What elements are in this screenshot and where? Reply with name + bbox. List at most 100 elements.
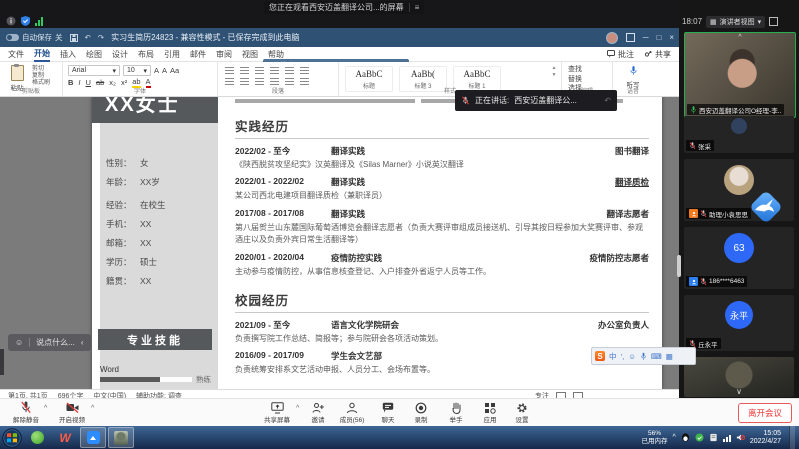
- bullets-icon[interactable]: [224, 66, 235, 74]
- resume-main-column[interactable]: 实践经历 2022/02 - 至今翻译实践图书翻译 《陕西脱贫攻坚纪实》汉英翻译…: [235, 99, 649, 389]
- mic-options-chevron[interactable]: ^: [44, 405, 47, 412]
- increase-indent-icon[interactable]: [284, 66, 295, 74]
- entry-row[interactable]: 2022/02 - 至今翻译实践图书翻译: [235, 145, 649, 157]
- entry-desc[interactable]: 某公司西北电建项目翻译质检（兼职译员）: [235, 190, 649, 202]
- skill-name[interactable]: Word: [100, 365, 119, 374]
- 360-tray-icon[interactable]: [695, 433, 704, 442]
- edge-tab[interactable]: [0, 349, 4, 375]
- change-case-button[interactable]: Aa: [170, 66, 179, 75]
- voice-input-icon[interactable]: [640, 352, 647, 361]
- tab-references[interactable]: 引用: [164, 47, 180, 61]
- copy-button[interactable]: 复制: [32, 73, 50, 80]
- network-tray-icon[interactable]: [723, 433, 731, 442]
- resume-skills-header[interactable]: 专业技能: [98, 329, 212, 350]
- tab-review[interactable]: 审阅: [216, 47, 232, 61]
- entry-row[interactable]: 2016/09 - 2017/09学生会文艺部部长: [235, 350, 649, 362]
- decrease-indent-icon[interactable]: [269, 66, 280, 74]
- tab-mailings[interactable]: 邮件: [190, 47, 206, 61]
- multilevel-list-icon[interactable]: [254, 66, 265, 74]
- info-icon[interactable]: [6, 16, 16, 26]
- line-spacing-icon[interactable]: [284, 77, 295, 85]
- sogou-logo[interactable]: S: [595, 351, 605, 361]
- shield-icon[interactable]: [21, 16, 30, 26]
- share-options-chevron[interactable]: ^: [296, 405, 299, 412]
- field-phone[interactable]: 手机：XX: [106, 214, 166, 233]
- start-video-button[interactable]: 开启视频: [54, 401, 90, 424]
- tab-home[interactable]: 开始: [34, 46, 50, 62]
- scroll-down-chevron-icon[interactable]: ∨: [684, 387, 794, 396]
- borders-icon[interactable]: [299, 77, 310, 85]
- comments-button[interactable]: 批注: [607, 49, 634, 60]
- entry-desc[interactable]: 负责撰写院工作总结、简报等；参与院研会各项活动策划。: [235, 333, 649, 345]
- field-age[interactable]: 年龄：XX岁: [106, 172, 166, 191]
- document-page[interactable]: XX女士 性别：女 年龄：XX岁 经验：在校生 手机：XX 邮箱：XX 学历：硕…: [92, 97, 662, 389]
- taskbar-app-qq[interactable]: [108, 427, 134, 448]
- invite-button[interactable]: 邀请: [300, 401, 336, 424]
- entry-row[interactable]: 2017/08 - 2017/08翻译实践翻译志愿者: [235, 208, 649, 220]
- entry-row[interactable]: 2022/01 - 2022/02翻译实践翻译质检: [235, 176, 649, 188]
- entry-row[interactable]: 2021/09 - 至今语言文化学院研会办公室负责人: [235, 319, 649, 331]
- quick-chat-bubble[interactable]: ☺ 说点什么... ‹: [8, 334, 91, 351]
- save-icon[interactable]: [70, 34, 78, 42]
- network-signal-icon[interactable]: [35, 17, 43, 26]
- find-button[interactable]: 查找: [568, 65, 582, 75]
- font-name-select[interactable]: Arial ▾: [68, 65, 120, 76]
- toast-chevron-icon[interactable]: ↶: [604, 96, 611, 105]
- align-left-icon[interactable]: [224, 77, 235, 85]
- entry-desc[interactable]: 第八届贺兰山东麓国际葡萄酒博览会翻译志愿者（负责大赛评审组成员接送机、引导其按日…: [235, 222, 649, 247]
- align-center-icon[interactable]: [239, 77, 250, 85]
- participant-tile[interactable]: 永平 丘永平: [684, 295, 794, 351]
- word-maximize-icon[interactable]: □: [656, 33, 661, 42]
- thunder-app-icon[interactable]: [745, 188, 785, 230]
- resume-fields[interactable]: 性别：女 年龄：XX岁 经验：在校生 手机：XX 邮箱：XX 学历：硕士 籍贯：…: [106, 153, 166, 290]
- replace-button[interactable]: 替换: [568, 75, 582, 85]
- numbering-icon[interactable]: [239, 66, 250, 74]
- record-button[interactable]: 录制: [403, 401, 439, 424]
- styles-scroll-up-icon[interactable]: ▲: [550, 65, 558, 72]
- keyboard-icon[interactable]: ⌨: [651, 352, 662, 361]
- tab-file[interactable]: 文件: [8, 47, 24, 61]
- chat-button[interactable]: 聊天: [370, 401, 406, 424]
- entry-row[interactable]: 2020/01 - 2020/04疫情防控实践疫情防控志愿者: [235, 252, 649, 264]
- sidebar-resize-handle[interactable]: [677, 255, 681, 277]
- field-gender[interactable]: 性别：女: [106, 153, 166, 172]
- entry-desc[interactable]: 负责统筹安排系文艺活动申报、人员分工、会场布置等。: [235, 364, 649, 376]
- sogou-input-bar[interactable]: S 中 ’, ☺ ⌨ ▦: [591, 347, 696, 365]
- input-mode-cn[interactable]: 中: [609, 351, 617, 362]
- collapse-icon[interactable]: ‹: [81, 338, 84, 347]
- entry-desc[interactable]: 主动参与疫情防控，从事信息核查登记、入户排查外省返宁人员等工作。: [235, 266, 649, 278]
- video-options-chevron[interactable]: ^: [91, 405, 94, 412]
- apps-button[interactable]: 应用: [472, 401, 508, 424]
- participant-tile[interactable]: ∨: [684, 357, 794, 397]
- toast-menu-icon[interactable]: ≡: [409, 3, 420, 12]
- taskbar-app-meeting[interactable]: [80, 427, 106, 448]
- toolbox-icon[interactable]: ▦: [666, 352, 673, 361]
- grow-font-button[interactable]: A: [154, 66, 159, 75]
- section-title-practice[interactable]: 实践经历: [235, 116, 649, 139]
- taskbar-app-360browser[interactable]: [24, 427, 50, 448]
- cut-button[interactable]: 剪切: [32, 66, 50, 73]
- qq-tray-icon[interactable]: [681, 433, 690, 442]
- emoji-icon[interactable]: ☺: [15, 338, 23, 347]
- memory-indicator[interactable]: 56% 已用内存: [642, 430, 668, 445]
- leave-meeting-button[interactable]: 离开会议: [738, 403, 792, 423]
- redo-icon[interactable]: ↷: [98, 33, 104, 42]
- styles-scroll-down-icon[interactable]: ▼: [550, 72, 558, 79]
- entry-desc[interactable]: 《陕西脱贫攻坚纪实》汉英翻译及《Silas Marner》小说英汉翻译: [235, 159, 649, 171]
- unmute-button[interactable]: 解除静音: [8, 401, 44, 424]
- members-button[interactable]: 成员(56): [334, 401, 370, 424]
- undo-icon[interactable]: ↶: [85, 33, 91, 42]
- shrink-font-button[interactable]: A: [162, 66, 167, 75]
- field-email[interactable]: 邮箱：XX: [106, 233, 166, 252]
- settings-button[interactable]: 设置: [504, 401, 540, 424]
- chat-placeholder[interactable]: 说点什么...: [36, 337, 75, 348]
- sort-icon[interactable]: [299, 66, 310, 74]
- share-button[interactable]: 共享: [644, 49, 671, 60]
- muted-speaker-icon[interactable]: [736, 433, 745, 442]
- participant-tile[interactable]: 63 186****6463: [684, 227, 794, 289]
- document-area[interactable]: XX女士 性别：女 年龄：XX岁 经验：在校生 手机：XX 邮箱：XX 学历：硕…: [0, 97, 679, 389]
- punctuation-icon[interactable]: ’,: [621, 352, 625, 361]
- emoji-picker-icon[interactable]: ☺: [628, 352, 636, 361]
- participant-tile[interactable]: 张采: [684, 116, 794, 153]
- word-minimize-icon[interactable]: ─: [643, 33, 649, 42]
